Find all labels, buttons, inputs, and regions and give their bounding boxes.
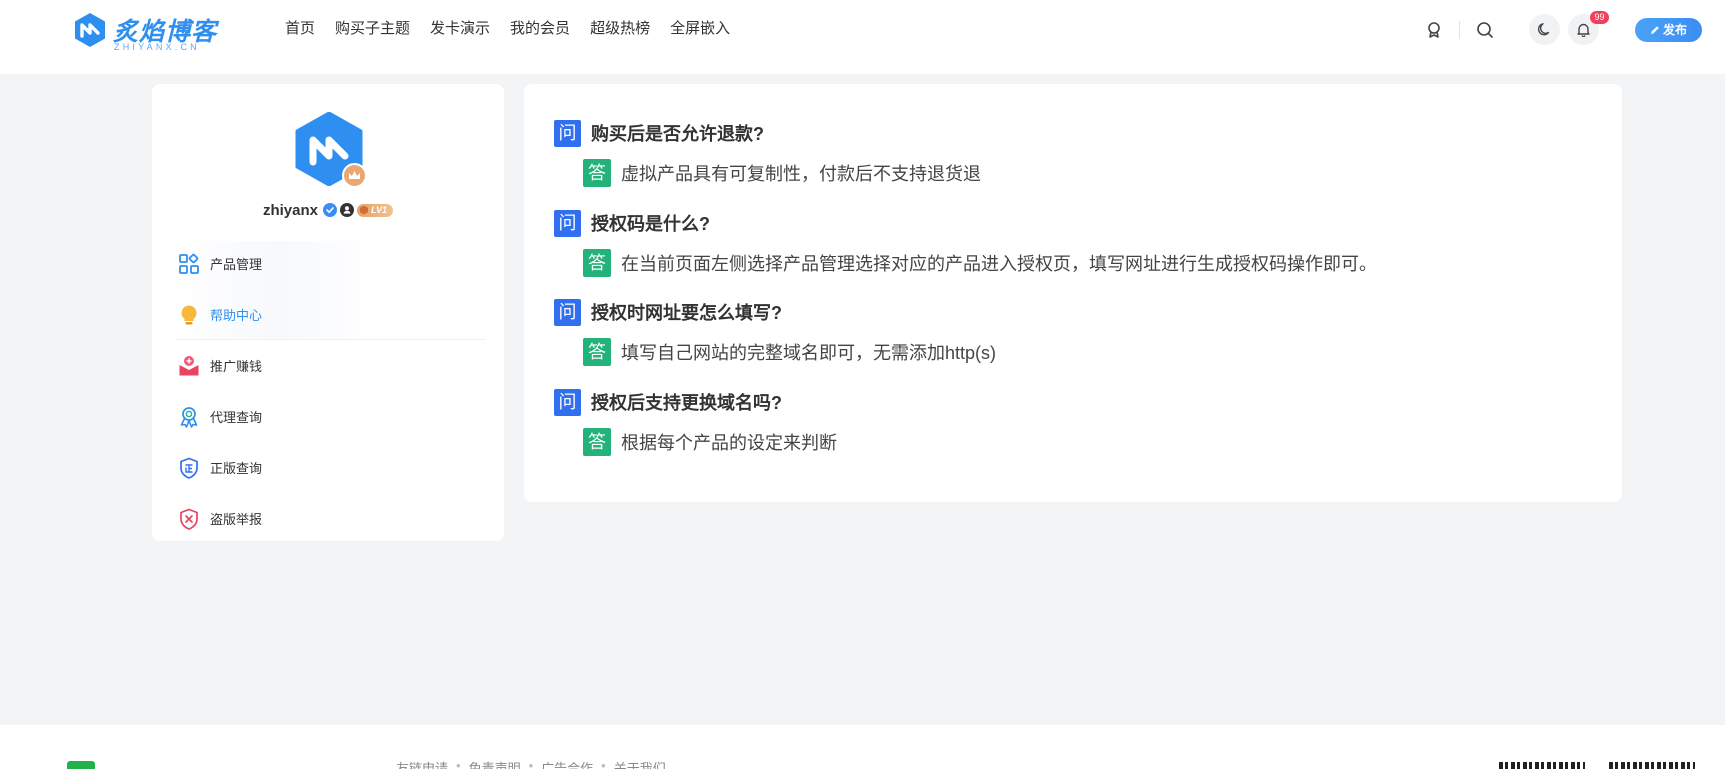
answer-tag: 答 [583, 249, 611, 277]
footer-separator: • [456, 758, 461, 769]
sidebar-item-label: 帮助中心 [210, 308, 263, 323]
site-logo[interactable]: 炙焰博客 ZHIYANX.CN [73, 12, 223, 52]
sidebar-item-promotion[interactable]: 推广赚钱 [176, 340, 486, 391]
qr-code-image [1609, 762, 1695, 769]
sidebar-item-label: 盗版举报 [210, 512, 263, 527]
user-info-row: zhiyanx LV1 [152, 200, 504, 220]
sidebar-menu: 产品管理 帮助中心 推广赚钱 代理查询 正版查询 盗版举报 [172, 238, 486, 544]
footer-link-disclaimer[interactable]: 免责声明 [469, 758, 521, 769]
faq-question-row: 问 授权码是什么? [554, 209, 1377, 237]
faq-question-row: 问 购买后是否允许退款? [554, 119, 981, 147]
faq-question: 授权码是什么? [591, 214, 710, 234]
faq-question-row: 问 授权时网址要怎么填写? [554, 298, 996, 326]
sidebar-item-genuine-query[interactable]: 正版查询 [176, 442, 486, 493]
faq-answer: 虚拟产品具有可复制性，付款后不支持退货退 [621, 164, 981, 184]
user-sidebar: zhiyanx LV1 产品管理 帮助中心 推广赚钱 代理查询 正版查询 盗版举… [152, 84, 504, 541]
answer-tag: 答 [583, 428, 611, 456]
faq-answer-row: 答 虚拟产品具有可复制性，付款后不支持退货退 [554, 159, 981, 187]
username: zhiyanx [262, 201, 318, 219]
footer-link-friend-links[interactable]: 友链申请 [396, 758, 448, 769]
faq-question-row: 问 授权后支持更换域名吗? [554, 388, 837, 416]
question-tag: 问 [554, 298, 581, 326]
help-faq-panel: 问 购买后是否允许退款? 答 虚拟产品具有可复制性，付款后不支持退货退 问 授权… [524, 84, 1622, 502]
faq-item: 问 授权码是什么? 答 在当前页面左侧选择产品管理选择对应的产品进入授权页，填写… [554, 209, 1377, 277]
genuine-shield-icon [180, 457, 198, 479]
publish-button-label: 发布 [1662, 23, 1687, 37]
sidebar-item-label: 代理查询 [210, 410, 263, 425]
answer-tag: 答 [583, 159, 611, 187]
faq-answer: 根据每个产品的设定来判断 [621, 433, 837, 453]
header-divider [1459, 21, 1460, 39]
question-tag: 问 [554, 388, 581, 416]
moon-icon [1537, 23, 1550, 36]
top-header: 炙焰博客 ZHIYANX.CN 首页 购买子主题 发卡演示 我的会员 超级热榜 … [0, 0, 1725, 74]
faq-answer: 在当前页面左侧选择产品管理选择对应的产品进入授权页，填写网址进行生成授权码操作即… [621, 254, 1377, 274]
footer-logo [67, 761, 95, 769]
faq-question: 授权后支持更换域名吗? [591, 393, 782, 413]
nav-item-buy-child-theme[interactable]: 购买子主题 [335, 19, 410, 39]
nav-item-home[interactable]: 首页 [285, 19, 315, 39]
search-icon[interactable] [1474, 19, 1496, 41]
faq-answer-row: 答 在当前页面左侧选择产品管理选择对应的产品进入授权页，填写网址进行生成授权码操… [554, 249, 1377, 277]
footer-link-about[interactable]: 关于我们 [614, 758, 666, 769]
notification-count-badge: 99 [1590, 11, 1609, 24]
envelope-icon [179, 355, 199, 375]
sidebar-item-agent-query[interactable]: 代理查询 [176, 391, 486, 442]
footer-links: 友链申请 • 免责声明 • 广告合作 • 关于我们 [396, 758, 666, 769]
verified-icon [323, 203, 337, 217]
grid-icon [179, 253, 199, 274]
question-tag: 问 [554, 119, 581, 147]
footer-separator: • [528, 758, 534, 769]
faq-answer: 填写自己网站的完整域名即可，无需添加http(s) [621, 343, 997, 363]
badge-icon[interactable] [1423, 19, 1445, 41]
faq-question: 购买后是否允许退款? [591, 124, 764, 144]
nav-item-card-demo[interactable]: 发卡演示 [430, 19, 490, 39]
question-tag: 问 [554, 209, 581, 237]
main-nav: 首页 购买子主题 发卡演示 我的会员 超级热榜 全屏嵌入 [285, 19, 730, 39]
user-role-icon [340, 203, 354, 217]
user-level-badge: LV1 [357, 203, 394, 217]
report-shield-icon [180, 508, 198, 530]
sidebar-item-label: 正版查询 [210, 461, 263, 476]
faq-answer-row: 答 填写自己网站的完整域名即可，无需添加http(s) [554, 338, 996, 366]
nav-item-fullscreen-embed[interactable]: 全屏嵌入 [670, 19, 730, 39]
sidebar-item-piracy-report[interactable]: 盗版举报 [176, 493, 486, 544]
sidebar-item-label: 产品管理 [210, 257, 263, 272]
award-icon [180, 406, 198, 428]
footer-separator: • [601, 758, 606, 769]
bell-icon [1577, 23, 1590, 37]
logo-subtext: ZHIYANX.CN [114, 42, 200, 52]
faq-item: 问 购买后是否允许退款? 答 虚拟产品具有可复制性，付款后不支持退货退 [554, 119, 981, 187]
nav-item-hot-list[interactable]: 超级热榜 [590, 19, 650, 39]
faq-item: 问 授权后支持更换域名吗? 答 根据每个产品的设定来判断 [554, 388, 837, 456]
dark-mode-toggle[interactable] [1529, 14, 1560, 45]
faq-answer-row: 答 根据每个产品的设定来判断 [554, 428, 837, 456]
publish-button[interactable]: 发布 [1635, 18, 1702, 42]
pencil-icon [1650, 26, 1659, 34]
page-footer: 友链申请 • 免责声明 • 广告合作 • 关于我们 [0, 725, 1725, 769]
nav-item-my-membership[interactable]: 我的会员 [510, 19, 570, 39]
faq-item: 问 授权时网址要怎么填写? 答 填写自己网站的完整域名即可，无需添加http(s… [554, 298, 996, 366]
sidebar-item-help-center[interactable]: 帮助中心 [172, 241, 486, 340]
lightbulb-icon [181, 305, 197, 324]
crown-icon [349, 171, 360, 179]
qr-code-image [1499, 762, 1585, 769]
footer-link-ads[interactable]: 广告合作 [541, 758, 593, 769]
vip-crown-badge [342, 163, 367, 188]
answer-tag: 答 [583, 338, 611, 366]
logo-mark-icon [75, 13, 105, 47]
faq-question: 授权时网址要怎么填写? [591, 303, 782, 323]
sidebar-item-label: 推广赚钱 [210, 359, 263, 374]
